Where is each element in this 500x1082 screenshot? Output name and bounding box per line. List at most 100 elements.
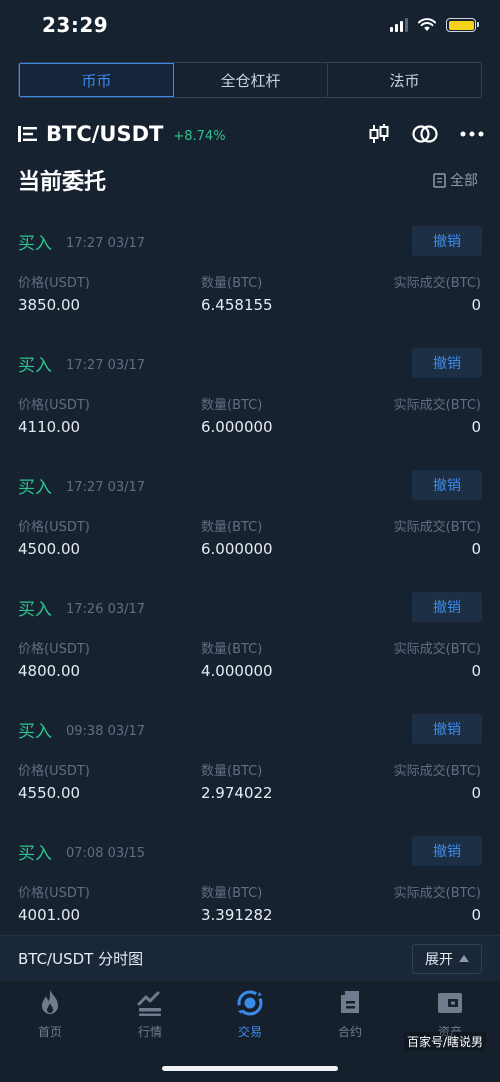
order-filled: 0 — [471, 296, 481, 314]
order-side: 买入 — [18, 355, 52, 376]
order-side: 买入 — [18, 843, 52, 864]
filled-label: 实际成交(BTC) — [393, 398, 481, 413]
all-orders-label: 全部 — [450, 173, 478, 189]
order-item: 买入 17:27 03/17 撤销 价格(USDT) 数量(BTC) 实际成交(… — [0, 340, 500, 462]
filled-label: 实际成交(BTC) — [393, 764, 481, 779]
order-filled: 0 — [471, 662, 481, 680]
order-filled: 0 — [471, 418, 481, 436]
amount-label: 数量(BTC) — [201, 886, 263, 901]
tab-spot[interactable]: 币币 — [19, 63, 174, 97]
pair-menu-icon[interactable] — [18, 125, 38, 143]
flame-icon — [42, 990, 58, 1014]
order-time: 17:26 03/17 — [66, 601, 146, 617]
cancel-order-button[interactable]: 撤销 — [412, 592, 482, 622]
expand-button[interactable]: 展开 — [412, 943, 482, 974]
order-price: 4110.00 — [18, 418, 81, 436]
order-amount: 4.000000 — [201, 662, 273, 680]
amount-label: 数量(BTC) — [201, 642, 263, 657]
status-bar: 23:29 — [0, 0, 500, 50]
cancel-order-button[interactable]: 撤销 — [412, 470, 482, 500]
order-side: 买入 — [18, 477, 52, 498]
order-amount: 6.458155 — [201, 296, 273, 314]
filled-label: 实际成交(BTC) — [393, 276, 481, 291]
amount-label: 数量(BTC) — [201, 276, 263, 291]
page-title: 当前委托 — [18, 170, 107, 195]
more-icon[interactable] — [460, 131, 484, 137]
order-list: 买入 17:27 03/17 撤销 价格(USDT) 数量(BTC) 实际成交(… — [0, 218, 500, 950]
watermark: 百家号/瞎说男 — [403, 1032, 486, 1051]
order-item: 买入 17:26 03/17 撤销 价格(USDT) 数量(BTC) 实际成交(… — [0, 584, 500, 706]
order-price: 4500.00 — [18, 540, 81, 558]
nav-contracts-label: 合约 — [337, 1025, 362, 1039]
open-orders-header: 当前委托 全部 — [18, 160, 478, 200]
order-price: 4001.00 — [18, 906, 81, 924]
order-amount: 3.391282 — [201, 906, 273, 924]
order-item: 买入 17:27 03/17 撤销 价格(USDT) 数量(BTC) 实际成交(… — [0, 218, 500, 340]
tab-fiat[interactable]: 法币 — [328, 63, 481, 97]
price-label: 价格(USDT) — [18, 642, 90, 657]
price-label: 价格(USDT) — [18, 520, 90, 535]
timeline-chart-bar: BTC/USDT 分时图 展开 — [0, 935, 500, 981]
filled-label: 实际成交(BTC) — [393, 520, 481, 535]
order-time: 17:27 03/17 — [66, 357, 146, 373]
trade-icon — [237, 990, 263, 1016]
signal-icon — [390, 18, 408, 32]
pair-header: BTC/USDT +8.74% — [18, 114, 484, 154]
order-filled: 0 — [471, 906, 481, 924]
order-amount: 6.000000 — [201, 540, 273, 558]
order-side: 买入 — [18, 233, 52, 254]
filled-label: 实际成交(BTC) — [393, 886, 481, 901]
amount-label: 数量(BTC) — [201, 398, 263, 413]
wifi-icon — [418, 18, 436, 31]
order-item: 买入 09:38 03/17 撤销 价格(USDT) 数量(BTC) 实际成交(… — [0, 706, 500, 828]
nav-home-label: 首页 — [37, 1025, 62, 1039]
contract-icon — [341, 991, 359, 1013]
nav-trade-label: 交易 — [237, 1025, 262, 1039]
order-item: 买入 17:27 03/17 撤销 价格(USDT) 数量(BTC) 实际成交(… — [0, 462, 500, 584]
pair-change: +8.74% — [173, 128, 226, 144]
amount-label: 数量(BTC) — [201, 764, 263, 779]
order-amount: 2.974022 — [201, 784, 273, 802]
market-type-tabs: 币币 全仓杠杆 法币 — [18, 62, 482, 98]
cancel-order-button[interactable]: 撤销 — [412, 836, 482, 866]
chart-icon — [137, 991, 161, 1016]
cancel-order-button[interactable]: 撤销 — [412, 226, 482, 256]
price-label: 价格(USDT) — [18, 886, 90, 901]
order-time: 07:08 03/15 — [66, 845, 146, 861]
order-price: 4550.00 — [18, 784, 81, 802]
caret-up-icon — [459, 955, 469, 962]
cancel-order-button[interactable]: 撤销 — [412, 714, 482, 744]
order-price: 3850.00 — [18, 296, 81, 314]
nav-home[interactable]: 首页 — [0, 989, 100, 1082]
price-label: 价格(USDT) — [18, 764, 90, 779]
order-side: 买入 — [18, 721, 52, 742]
candlestick-icon[interactable] — [368, 123, 390, 145]
order-price: 4800.00 — [18, 662, 81, 680]
order-amount: 6.000000 — [201, 418, 273, 436]
amount-label: 数量(BTC) — [201, 520, 263, 535]
price-label: 价格(USDT) — [18, 276, 90, 291]
order-time: 09:38 03/17 — [66, 723, 146, 739]
price-label: 价格(USDT) — [18, 398, 90, 413]
wallet-icon — [438, 993, 462, 1013]
cancel-order-button[interactable]: 撤销 — [412, 348, 482, 378]
tab-cross-margin[interactable]: 全仓杠杆 — [174, 63, 328, 97]
filled-label: 实际成交(BTC) — [393, 642, 481, 657]
expand-label: 展开 — [425, 951, 453, 968]
nav-markets-label: 行情 — [137, 1025, 162, 1039]
coins-icon[interactable] — [412, 124, 438, 144]
order-time: 17:27 03/17 — [66, 235, 146, 251]
timeline-chart-title: BTC/USDT 分时图 — [18, 950, 144, 968]
order-side: 买入 — [18, 599, 52, 620]
all-orders-button[interactable]: 全部 — [433, 170, 478, 190]
status-icons — [390, 18, 479, 32]
order-item: 买入 07:08 03/15 撤销 价格(USDT) 数量(BTC) 实际成交(… — [0, 828, 500, 950]
home-indicator[interactable] — [162, 1066, 338, 1071]
pair-actions — [368, 123, 484, 145]
pair-name[interactable]: BTC/USDT — [46, 122, 163, 146]
battery-icon — [446, 18, 479, 32]
document-icon — [433, 172, 446, 188]
order-filled: 0 — [471, 540, 481, 558]
order-filled: 0 — [471, 784, 481, 802]
order-time: 17:27 03/17 — [66, 479, 146, 495]
